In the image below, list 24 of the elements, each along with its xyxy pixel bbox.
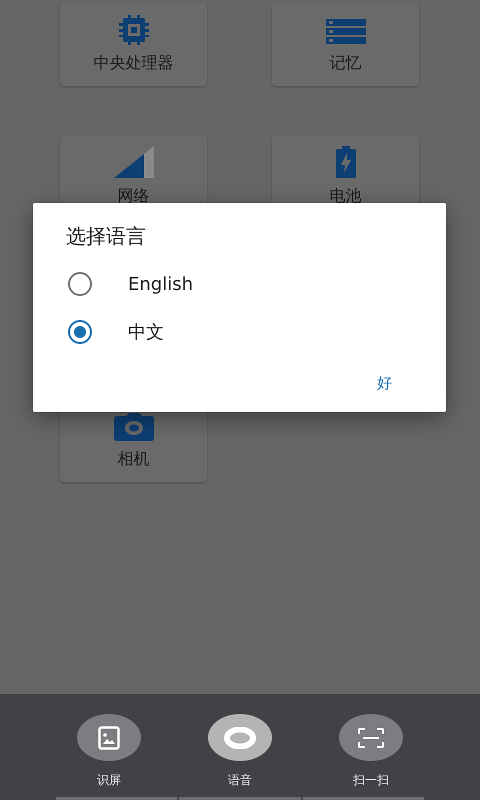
radio-button[interactable] <box>68 320 92 344</box>
action-label: 扫一扫 <box>353 772 389 789</box>
ok-button[interactable]: 好 <box>371 370 398 397</box>
action-label: 识屏 <box>97 772 121 789</box>
option-label[interactable]: English <box>128 274 193 294</box>
image-icon <box>98 726 120 750</box>
card-label: 相机 <box>118 449 150 470</box>
dialog-title: 选择语言 <box>66 223 147 250</box>
ring-icon <box>224 726 256 748</box>
signal-icon <box>114 146 154 178</box>
card-label: 网络 <box>118 186 150 207</box>
card-label: 记忆 <box>330 53 362 74</box>
option-label[interactable]: 中文 <box>128 320 164 344</box>
chip-icon <box>118 15 150 45</box>
camera-icon <box>114 413 154 441</box>
server-rack-icon <box>326 19 366 45</box>
card-label: 中央处理器 <box>94 53 174 74</box>
feature-card[interactable]: 中央处理器 <box>60 3 207 86</box>
feature-card[interactable]: 记忆 <box>272 3 419 86</box>
scan-icon <box>358 728 384 748</box>
radio-button[interactable] <box>68 272 92 296</box>
card-label: 电池 <box>330 186 362 207</box>
battery-icon <box>334 146 356 178</box>
action-label: 语音 <box>228 772 252 789</box>
